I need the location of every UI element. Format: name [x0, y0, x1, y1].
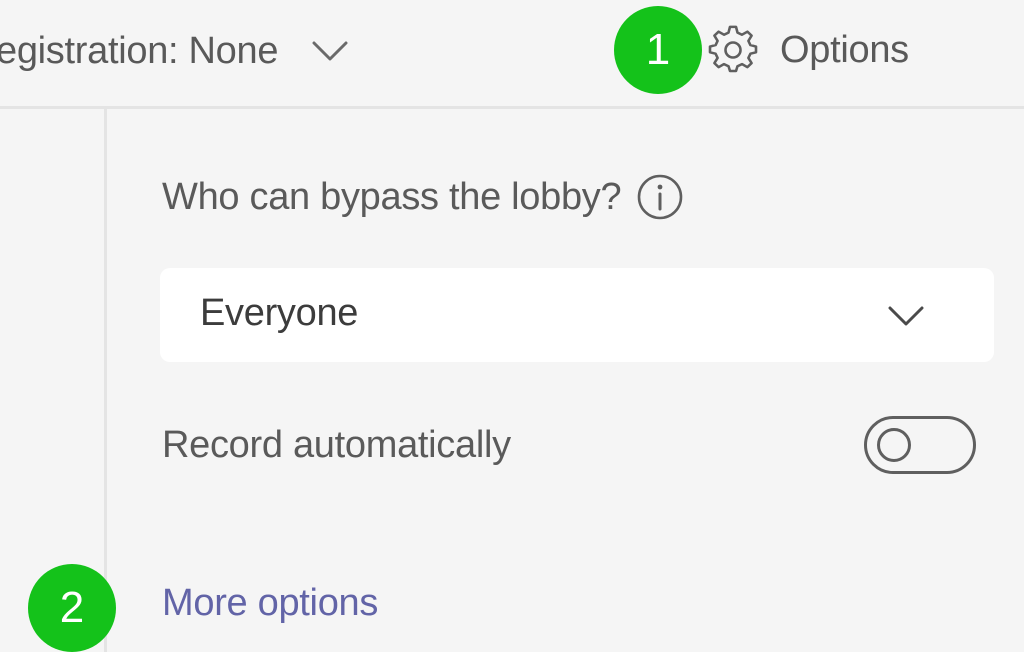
meeting-options-page: egistration: None Options 1 Who can bypa… — [0, 0, 1024, 652]
annotation-badge-1: 1 — [614, 6, 702, 94]
registration-label: egistration: None — [0, 29, 279, 72]
options-button[interactable]: Options — [708, 22, 909, 78]
toggle-knob — [877, 428, 911, 462]
record-automatically-toggle[interactable] — [864, 416, 976, 474]
record-automatically-label: Record automatically — [162, 424, 511, 466]
lobby-question-row: Who can bypass the lobby? — [162, 172, 685, 222]
registration-dropdown[interactable]: egistration: None — [0, 26, 348, 76]
info-icon[interactable] — [635, 172, 685, 222]
lobby-bypass-selected-value: Everyone — [200, 292, 359, 334]
chevron-down-icon — [312, 41, 348, 61]
chevron-down-icon — [888, 306, 924, 326]
panel-divider — [104, 109, 107, 652]
top-toolbar: egistration: None Options — [0, 0, 1024, 109]
options-label: Options — [780, 28, 909, 71]
more-options-link[interactable]: More options — [162, 582, 378, 625]
annotation-badge-2: 2 — [28, 564, 116, 652]
lobby-bypass-dropdown[interactable]: Everyone — [160, 268, 994, 362]
lobby-question-label: Who can bypass the lobby? — [162, 175, 622, 218]
gear-icon — [708, 25, 758, 73]
